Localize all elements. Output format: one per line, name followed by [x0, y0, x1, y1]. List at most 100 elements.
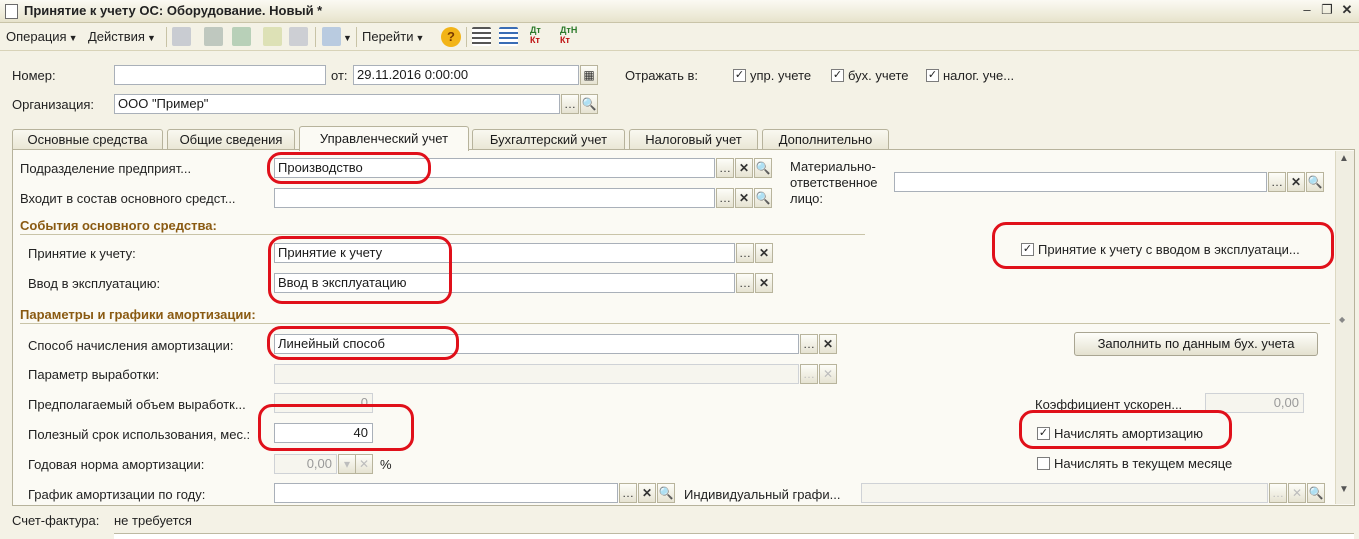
tab-fixed-assets[interactable]: Основные средства	[12, 129, 163, 150]
date-input[interactable]: 29.11.2016 0:00:00	[353, 65, 579, 85]
based-on-icon[interactable]	[322, 27, 341, 46]
percent-sign: %	[380, 457, 392, 472]
chevron-down-icon[interactable]: ▼	[343, 33, 352, 43]
select-button[interactable]: …	[619, 483, 637, 503]
clear-icon[interactable]: ✕	[1287, 172, 1305, 192]
organization-input[interactable]: ООО "Пример"	[114, 94, 560, 114]
method-label: Способ начисления амортизации:	[28, 338, 234, 353]
list-icon[interactable]	[472, 27, 491, 46]
select-button[interactable]: …	[716, 188, 734, 208]
clear-icon[interactable]: ✕	[755, 273, 773, 293]
tab-general[interactable]: Общие сведения	[167, 129, 295, 150]
tab-additional[interactable]: Дополнительно	[762, 129, 889, 150]
annual-rate-input[interactable]: 0,00	[274, 454, 337, 474]
document-icon	[5, 4, 18, 19]
select-button[interactable]: …	[561, 94, 579, 114]
invoice-value[interactable]: не требуется	[114, 513, 192, 528]
part-of-label: Входит в состав основного средст...	[20, 191, 236, 206]
search-icon[interactable]: 🔍	[1306, 172, 1324, 192]
individual-schedule-input[interactable]	[861, 483, 1268, 503]
help-icon[interactable]: ?	[441, 27, 461, 47]
toolbar-separator	[166, 27, 167, 47]
section-divider	[20, 234, 865, 235]
charge-current-month-checkbox[interactable]	[1037, 457, 1050, 470]
toolbar-separator	[356, 27, 357, 47]
chevron-down-icon[interactable]: ▾	[338, 454, 356, 474]
mol-input[interactable]	[894, 172, 1267, 192]
refresh-icon[interactable]	[232, 27, 251, 46]
invoice-label: Счет-фактура:	[12, 513, 100, 528]
restore-icon[interactable]: ❐	[1319, 2, 1335, 18]
schedule-input[interactable]	[274, 483, 618, 503]
reflect-tax-checkbox[interactable]: ✓	[926, 69, 939, 82]
search-icon[interactable]: 🔍	[657, 483, 675, 503]
operation-menu[interactable]: Операция ▼	[6, 29, 78, 44]
toolbar-separator	[466, 27, 467, 47]
select-button[interactable]: …	[736, 273, 754, 293]
highlight-frame	[1019, 410, 1232, 449]
reflect-label: Отражать в:	[625, 68, 699, 83]
scroll-down-icon[interactable]: ▼	[1339, 484, 1349, 495]
reflect-mgmt-checkbox[interactable]: ✓	[733, 69, 746, 82]
goto-menu[interactable]: Перейти ▼	[362, 29, 424, 44]
select-button[interactable]: …	[800, 364, 818, 384]
accept-label: Принятие к учету:	[28, 246, 136, 261]
clear-icon[interactable]: ✕	[735, 188, 753, 208]
post-icon[interactable]	[172, 27, 191, 46]
select-button[interactable]: …	[1269, 483, 1287, 503]
comment-field[interactable]	[114, 533, 1354, 539]
select-button[interactable]: …	[716, 158, 734, 178]
actions-menu[interactable]: Действия ▼	[88, 29, 156, 44]
tab-tax[interactable]: Налоговый учет	[629, 129, 758, 150]
search-icon[interactable]: 🔍	[580, 94, 598, 114]
reflect-acc-label: бух. учете	[848, 68, 909, 83]
number-label: Номер:	[12, 68, 56, 83]
number-input[interactable]	[114, 65, 326, 85]
events-section-title: События основного средства:	[20, 218, 217, 233]
individual-schedule-label: Индивидуальный графи...	[684, 487, 841, 502]
mol-label-line2: ответственное	[790, 175, 878, 190]
fill-from-accounting-button[interactable]: Заполнить по данным бух. учета	[1074, 332, 1318, 356]
clear-icon[interactable]: ✕	[735, 158, 753, 178]
highlight-frame	[258, 404, 414, 451]
clear-icon[interactable]: ✕	[355, 454, 373, 474]
highlight-frame	[267, 152, 431, 184]
structure-icon[interactable]	[499, 27, 518, 46]
close-icon[interactable]: ✕	[1339, 2, 1355, 18]
select-button[interactable]: …	[736, 243, 754, 263]
save-icon[interactable]	[263, 27, 282, 46]
commission-label: Ввод в эксплуатацию:	[28, 276, 161, 291]
tab-accounting[interactable]: Бухгалтерский учет	[472, 129, 625, 150]
tab-management[interactable]: Управленческий учет	[299, 126, 469, 151]
organization-label: Организация:	[12, 97, 95, 112]
clear-icon[interactable]: ✕	[819, 364, 837, 384]
production-param-input[interactable]	[274, 364, 799, 384]
search-icon[interactable]: 🔍	[1307, 483, 1325, 503]
window-title: Принятие к учету ОС: Оборудование. Новый…	[24, 3, 323, 18]
scroll-grip-icon[interactable]: ◆	[1339, 315, 1345, 324]
highlight-frame	[268, 236, 452, 304]
reflect-mgmt-label: упр. учете	[750, 68, 812, 83]
minimize-icon[interactable]: –	[1299, 2, 1315, 18]
department-label: Подразделение предприят...	[20, 161, 192, 176]
select-button[interactable]: …	[1268, 172, 1286, 192]
search-icon[interactable]: 🔍	[754, 188, 772, 208]
clear-icon[interactable]: ✕	[755, 243, 773, 263]
date-label: от:	[331, 68, 348, 83]
amortization-section-title: Параметры и графики амортизации:	[20, 307, 256, 322]
clear-icon[interactable]: ✕	[1288, 483, 1306, 503]
calendar-icon[interactable]: ▦	[580, 65, 598, 85]
part-of-input[interactable]	[274, 188, 715, 208]
scroll-up-icon[interactable]: ▲	[1339, 153, 1349, 164]
dt-kt-icon[interactable]: Дт Кт	[530, 25, 541, 45]
dtn-kt-icon[interactable]: ДтН Кт	[560, 25, 577, 45]
print-icon[interactable]	[289, 27, 308, 46]
vertical-scrollbar[interactable]	[1335, 151, 1354, 504]
copy-icon[interactable]	[204, 27, 223, 46]
production-param-label: Параметр выработки:	[28, 367, 160, 382]
search-icon[interactable]: 🔍	[754, 158, 772, 178]
select-button[interactable]: …	[800, 334, 818, 354]
reflect-acc-checkbox[interactable]: ✓	[831, 69, 844, 82]
clear-icon[interactable]: ✕	[819, 334, 837, 354]
clear-icon[interactable]: ✕	[638, 483, 656, 503]
